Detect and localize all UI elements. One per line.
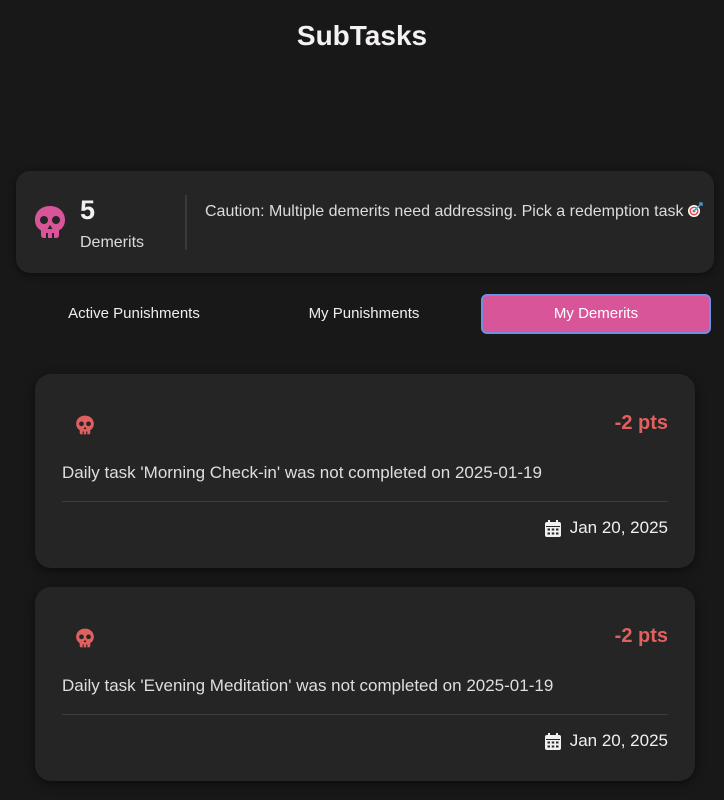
demerit-summary-card: 5 Demerits Caution: Multiple demerits ne… xyxy=(16,171,714,273)
app-page: SubTasks 5 Demerits Caution: Multiple de… xyxy=(0,0,724,800)
demerit-points: -2 pts xyxy=(614,412,668,434)
caution-message: Caution: Multiple demerits need addressi… xyxy=(205,200,705,223)
demerit-date-text: Jan 20, 2025 xyxy=(569,731,668,750)
demerit-count: 5 xyxy=(80,195,96,225)
calendar-icon xyxy=(544,519,561,537)
demerit-date: Jan 20, 2025 xyxy=(544,731,668,751)
tab-bar: Active Punishments My Punishments My Dem… xyxy=(16,294,714,334)
card-divider xyxy=(62,501,668,502)
page-title: SubTasks xyxy=(296,20,428,51)
demerit-description: Daily task 'Morning Check-in' was not co… xyxy=(62,463,542,482)
demerit-points: -2 pts xyxy=(614,625,668,647)
skull-icon xyxy=(35,206,65,238)
skull-icon xyxy=(76,628,94,648)
demerit-description: Daily task 'Evening Meditation' was not … xyxy=(62,676,554,695)
card-divider xyxy=(62,714,668,715)
demerit-card: -2 pts Daily task 'Morning Check-in' was… xyxy=(35,374,695,568)
demerit-date-text: Jan 20, 2025 xyxy=(569,518,668,537)
demerit-card: -2 pts Daily task 'Evening Meditation' w… xyxy=(35,587,695,781)
demerit-date: Jan 20, 2025 xyxy=(544,518,668,538)
tab-active-punishments[interactable]: Active Punishments xyxy=(16,294,252,334)
demerit-count-label: Demerits xyxy=(80,234,145,251)
caution-message-text: Caution: Multiple demerits need addressi… xyxy=(205,203,684,220)
calendar-icon xyxy=(544,732,561,750)
tab-my-punishments[interactable]: My Punishments xyxy=(248,294,480,334)
target-icon xyxy=(688,202,704,217)
summary-divider xyxy=(185,195,187,250)
tab-my-demerits[interactable]: My Demerits xyxy=(481,294,711,334)
skull-icon xyxy=(76,415,94,435)
